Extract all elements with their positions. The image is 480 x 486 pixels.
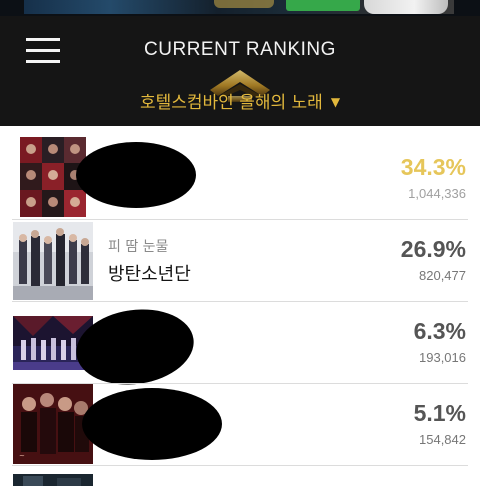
ranking-header: CURRENT RANKING 호텔스컴바인 올해의 노래 ▼ <box>0 16 480 126</box>
vote-percentage: 34.3% <box>400 154 466 180</box>
ad-banner-glow <box>214 0 274 8</box>
vote-count: 154,842 <box>419 432 466 447</box>
vote-count: 820,477 <box>419 268 466 283</box>
ad-banner-image[interactable] <box>24 0 454 14</box>
artist-name: 방탄소년단 <box>108 264 191 285</box>
category-dropdown[interactable]: 호텔스컴바인 올해의 노래 ▼ <box>0 88 480 113</box>
ranking-row-3[interactable]: 6.3% 193,016 <box>0 302 480 392</box>
album-thumbnail <box>13 474 93 486</box>
vote-percentage: 5.1% <box>413 400 466 426</box>
vote-count: 193,016 <box>419 350 466 365</box>
ranking-row-1[interactable]: 34.3% 1,044,336 <box>0 134 480 220</box>
ranking-row-2[interactable]: 피 땀 눈물 방탄소년단 26.9% 820,477 <box>0 220 480 302</box>
redaction-mark <box>82 388 222 460</box>
ad-banner-button[interactable] <box>286 0 360 11</box>
svg-text:~: ~ <box>19 452 25 460</box>
vote-count: 1,044,336 <box>408 186 466 201</box>
ranking-row-4[interactable]: ~ 5.1% 154,842 <box>0 384 480 466</box>
album-thumbnail: ~ <box>13 384 93 464</box>
vote-percentage: 6.3% <box>413 318 466 344</box>
vote-percentage: 26.9% <box>400 236 466 262</box>
redaction-mark <box>76 142 196 208</box>
ranking-row-5[interactable] <box>0 466 480 486</box>
song-title: 피 땀 눈물 <box>108 239 169 255</box>
chevron-down-icon[interactable]: ▼ <box>331 95 340 109</box>
ad-banner-product-image <box>364 0 448 14</box>
top-ad-banner[interactable] <box>0 0 480 16</box>
album-thumbnail <box>13 222 93 300</box>
page-title: CURRENT RANKING <box>144 39 336 60</box>
category-label: 호텔스컴바인 올해의 노래 <box>139 93 323 113</box>
